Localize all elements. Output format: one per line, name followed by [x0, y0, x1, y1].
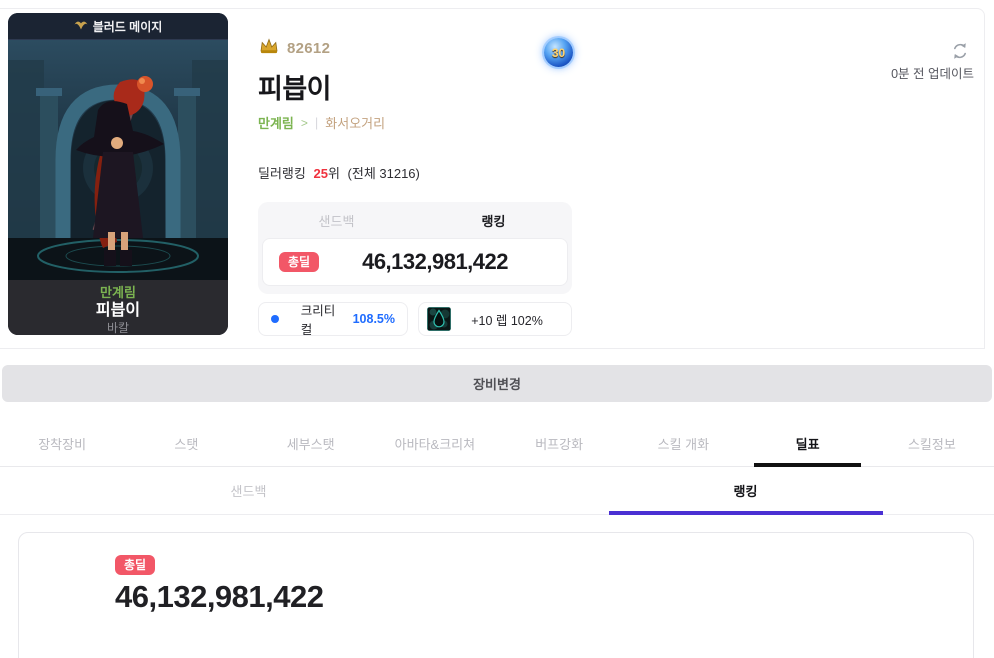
critical-dot-icon [271, 315, 279, 323]
breadcrumb-location: 화서오거리 [325, 116, 386, 131]
result-total-value: 46,132,981,422 [115, 579, 324, 614]
character-portrait [8, 40, 228, 280]
damage-box-tabs: 샌드백 랭킹 [258, 202, 572, 238]
damage-tab-ranking[interactable]: 랭킹 [415, 202, 572, 238]
tab-buff-enhance[interactable]: 버프강화 [497, 420, 621, 466]
damage-tab-sandbag[interactable]: 샌드백 [258, 202, 415, 238]
tab-equipment[interactable]: 장착장비 [0, 420, 124, 466]
character-class-title: 블러드 메이지 [92, 19, 163, 34]
skill-buff-chip: +10 렙 102% [418, 302, 572, 336]
result-total-badge: 총딜 [115, 555, 156, 575]
tab-stats[interactable]: 스탯 [124, 420, 248, 466]
critical-value: 108.5% [352, 312, 395, 326]
breadcrumb-divider: | [314, 115, 319, 130]
refresh-icon[interactable] [950, 41, 972, 63]
fame-row: 82612 [258, 36, 330, 60]
dealer-ranking-total: (전체 31216) [347, 166, 420, 181]
tab-damage-table[interactable]: 딜표 [746, 420, 870, 467]
critical-label: 크리티컬 [300, 304, 336, 337]
sub-tab-bar: 샌드백 랭킹 [0, 466, 994, 515]
total-damage-value: 46,132,981,422 [362, 249, 509, 274]
character-card: 블러드 메이지 만계림 피븝이 바칼 [8, 13, 228, 335]
critical-chip: 크리티컬 108.5% [258, 302, 408, 337]
card-adventure-name: 바칼 [106, 321, 130, 335]
tab-damage-table-label: 딜표 [795, 436, 820, 452]
fame-value: 82612 [287, 39, 331, 57]
character-card-footer: 만계림 피븝이 바칼 [8, 280, 228, 335]
equip-change-button[interactable]: 장비변경 [2, 365, 992, 402]
fame-crown-icon [258, 37, 280, 59]
tab-skill-bloom[interactable]: 스킬 개화 [621, 420, 745, 466]
character-page: 블러드 메이지 만계림 피븝이 바칼 82612 30 0분 전 업데이트 피븝… [0, 0, 994, 658]
dealer-ranking-rank: 25 [313, 166, 328, 181]
card-server-name: 만계림 [100, 285, 136, 300]
dealer-ranking-rank-unit: 위 [327, 166, 340, 181]
ranking-result-card: 총딜 46,132,981,422 [18, 532, 974, 658]
main-tab-bar: 장착장비 스탯 세부스탯 아바타&크리쳐 버프강화 스킬 개화 딜표 스킬정보 [0, 420, 994, 467]
character-class-header: 블러드 메이지 [8, 13, 228, 40]
total-damage-card: 총딜 46,132,981,422 [262, 238, 568, 286]
level-badge: 30 [544, 38, 573, 67]
subtab-ranking-label: 랭킹 [733, 483, 758, 499]
character-name: 피븝이 [258, 74, 332, 104]
dealer-ranking-prefix: 딜러랭킹 [258, 166, 306, 181]
profile-panel: 블러드 메이지 만계림 피븝이 바칼 82612 30 0분 전 업데이트 피븝… [0, 8, 985, 349]
active-subtab-underline [608, 511, 883, 515]
card-character-name: 피븝이 [95, 302, 141, 319]
breadcrumb-arrow-icon: > [300, 115, 308, 130]
dealer-ranking-line: 딜러랭킹 25위 (전체 31216) [258, 163, 420, 182]
skill-buff-label: +10 렙 102% [471, 313, 543, 328]
breadcrumb: 만계림 > | 화서오거리 [258, 113, 385, 132]
subtab-ranking[interactable]: 랭킹 [497, 466, 994, 515]
total-damage-badge: 총딜 [279, 252, 320, 272]
tab-skill-info[interactable]: 스킬정보 [870, 420, 994, 466]
level-value: 30 [551, 45, 566, 60]
tab-detail-stats[interactable]: 세부스탯 [249, 420, 373, 466]
breadcrumb-server: 만계림 [258, 116, 294, 131]
tab-avatar-creature[interactable]: 아바타&크리쳐 [373, 420, 497, 466]
skill-drop-icon [427, 307, 451, 331]
wing-icon [74, 19, 88, 33]
damage-box: 샌드백 랭킹 총딜 46,132,981,422 [258, 202, 572, 294]
subtab-sandbag[interactable]: 샌드백 [0, 466, 497, 514]
last-updated-text: 0분 전 업데이트 [891, 67, 974, 81]
